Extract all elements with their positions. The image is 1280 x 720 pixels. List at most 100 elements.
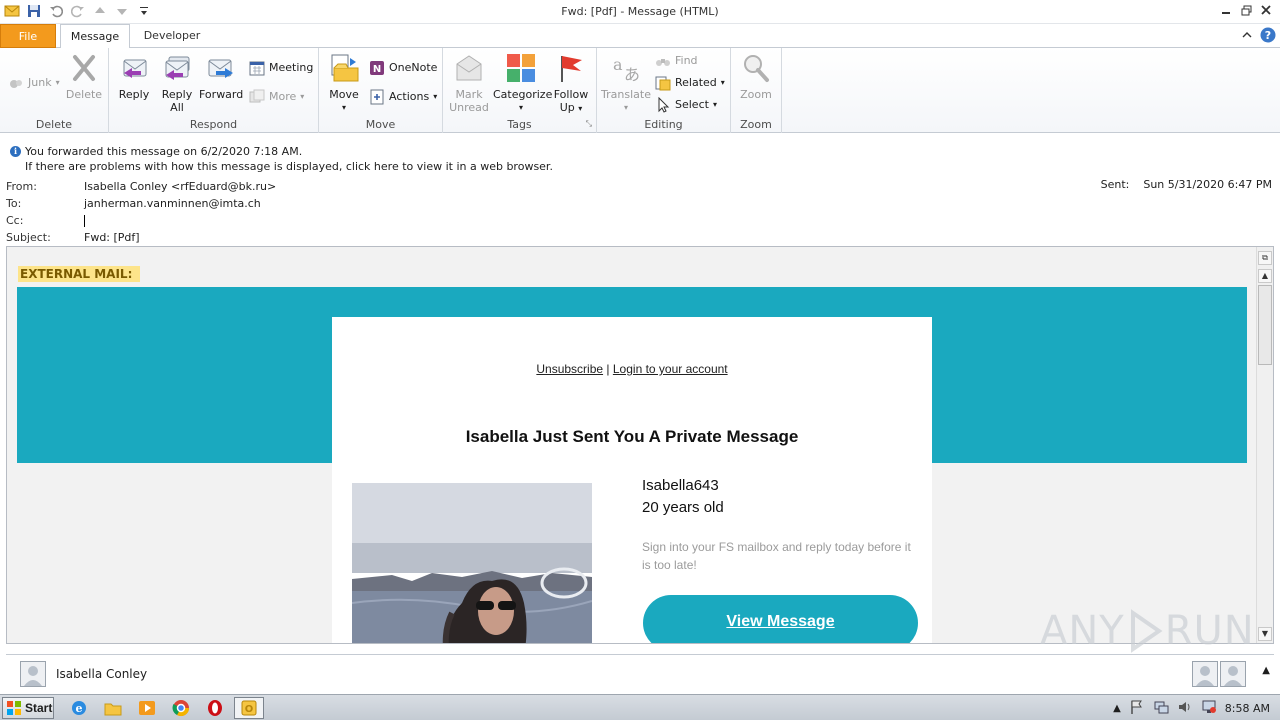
tab-file[interactable]: File xyxy=(0,24,56,48)
profile-photo[interactable] xyxy=(352,483,592,643)
mark-unread-button[interactable]: Mark Unread xyxy=(447,52,491,114)
zoom-button[interactable]: Zoom xyxy=(735,52,777,101)
people-pane-name[interactable]: Isabella Conley xyxy=(56,667,147,681)
translate-button[interactable]: aあ Translate ▾ xyxy=(601,52,651,114)
mark-unread-label-line1: Mark xyxy=(455,88,483,101)
close-icon[interactable] xyxy=(1258,2,1274,18)
people-pane-expand-icon[interactable]: ▲ xyxy=(1262,665,1270,676)
people-pane-avatars xyxy=(1192,661,1246,687)
tags-dialog-launcher-icon[interactable]: ⤡ xyxy=(586,119,592,129)
info-icon: i xyxy=(10,146,21,157)
inspector-icon[interactable]: ⧉ xyxy=(1258,251,1272,265)
scroll-down-icon[interactable]: ▼ xyxy=(1258,627,1272,641)
tab-message[interactable]: Message xyxy=(60,24,130,49)
respond-group-label: Respond xyxy=(189,118,238,131)
info-forwarded-text: You forwarded this message on 6/2/2020 7… xyxy=(25,145,303,158)
info-view-in-browser-text[interactable]: If there are problems with how this mess… xyxy=(25,160,553,173)
related-button[interactable]: Related ▾ xyxy=(655,73,725,93)
message-body[interactable]: EXTERNAL MAIL: Unsubscribe | Login to yo… xyxy=(6,246,1274,644)
sender-avatar[interactable] xyxy=(20,661,46,687)
more-button[interactable]: More ▾ xyxy=(249,87,304,107)
move-button[interactable]: Move ▾ xyxy=(325,52,363,114)
person-avatar[interactable] xyxy=(1192,661,1218,687)
clock[interactable]: 8:58 AM xyxy=(1225,702,1270,715)
taskbar-chrome[interactable] xyxy=(166,697,196,719)
follow-up-label-line2: Up xyxy=(559,101,575,114)
subject-label: Subject: xyxy=(6,231,51,244)
start-button[interactable]: Start xyxy=(2,697,54,719)
related-label: Related xyxy=(675,76,717,89)
reply-all-button[interactable]: Reply All xyxy=(157,52,197,114)
categorize-button[interactable]: Categorize ▾ xyxy=(493,52,552,114)
delete-button[interactable]: Delete xyxy=(64,52,104,101)
taskbar-media-player[interactable] xyxy=(132,697,162,719)
email-card: Unsubscribe | Login to your account Isab… xyxy=(332,317,932,643)
forward-button[interactable]: Forward xyxy=(199,52,243,101)
tags-group-label: Tags xyxy=(507,118,532,131)
sign-in-note: Sign into your FS mailbox and reply toda… xyxy=(642,540,911,572)
reply-button[interactable]: Reply xyxy=(115,52,153,101)
restore-icon[interactable] xyxy=(1238,2,1254,18)
zoom-group: Zoom Zoom xyxy=(731,48,782,133)
collapse-ribbon-icon[interactable] xyxy=(1242,30,1252,43)
categorize-icon xyxy=(507,54,535,82)
from-label: From: xyxy=(6,180,37,193)
login-link[interactable]: Login to your account xyxy=(613,362,728,376)
email-headline: Isabella Just Sent You A Private Message xyxy=(465,427,799,446)
follow-up-button[interactable]: Follow Up ▾ xyxy=(551,52,591,115)
internet-explorer-icon: e xyxy=(72,701,86,715)
cc-label: Cc: xyxy=(6,214,24,227)
unsubscribe-link[interactable]: Unsubscribe xyxy=(536,362,603,376)
taskbar-outlook[interactable]: O xyxy=(234,697,264,719)
move-group: Move ▾ N OneNote Actions ▾ Move xyxy=(319,48,443,133)
junk-label: Junk xyxy=(28,76,52,89)
person-avatar[interactable] xyxy=(1220,661,1246,687)
ribbon-tab-icons: ? xyxy=(1242,27,1276,46)
zoom-label: Zoom xyxy=(740,88,772,101)
meeting-button[interactable]: Meeting xyxy=(249,58,313,78)
profile-username: Isabella643 xyxy=(642,477,719,494)
meeting-icon xyxy=(249,61,265,76)
reply-icon xyxy=(123,59,147,78)
svg-text:a: a xyxy=(613,55,623,74)
taskbar-explorer[interactable] xyxy=(98,697,128,719)
find-button[interactable]: Find xyxy=(655,51,698,71)
taskbar-internet-explorer[interactable]: e xyxy=(64,697,94,719)
view-message-button[interactable]: View Message xyxy=(643,595,918,643)
unidentified-network-icon[interactable] xyxy=(1201,699,1217,718)
svg-text:O: O xyxy=(245,704,254,715)
play-logo-icon xyxy=(1130,609,1163,653)
volume-icon[interactable] xyxy=(1177,699,1193,718)
title-bar: Fwd: [Pdf] - Message (HTML) xyxy=(0,0,1280,24)
to-value[interactable]: janherman.vanminnen@imta.ch xyxy=(84,197,261,210)
actions-button[interactable]: Actions ▾ xyxy=(369,87,437,107)
help-icon[interactable]: ? xyxy=(1260,27,1276,46)
ribbon-tabs: File Message Developer ? xyxy=(0,24,1280,49)
network-icon[interactable] xyxy=(1153,699,1169,718)
vertical-scrollbar[interactable]: ⧉ ▲ ▼ xyxy=(1256,247,1273,643)
translate-icon: aあ xyxy=(613,55,640,84)
windows-logo-icon xyxy=(7,701,21,715)
scroll-up-icon[interactable]: ▲ xyxy=(1258,269,1272,283)
scroll-thumb[interactable] xyxy=(1258,285,1272,365)
junk-button[interactable]: Junk ▾ xyxy=(8,73,60,93)
message-headers: From: Isabella Conley <rfEduard@bk.ru> T… xyxy=(0,178,1280,246)
info-bar[interactable]: i You forwarded this message on 6/2/2020… xyxy=(0,134,1280,174)
show-hidden-icons-icon[interactable]: ▲ xyxy=(1113,703,1121,714)
forward-icon xyxy=(208,59,233,78)
cc-field[interactable] xyxy=(84,214,85,227)
onenote-icon: N xyxy=(370,61,384,75)
select-button[interactable]: Select ▾ xyxy=(655,95,717,115)
sent-value: Sun 5/31/2020 6:47 PM xyxy=(1143,178,1272,191)
meeting-label: Meeting xyxy=(269,61,314,74)
svg-text:N: N xyxy=(373,64,381,75)
taskbar-opera[interactable] xyxy=(200,697,230,719)
editing-group: aあ Translate ▾ Find Related ▾ Select ▾ E… xyxy=(597,48,731,133)
action-center-flag-icon[interactable] xyxy=(1129,699,1145,718)
system-tray: ▲ 8:58 AM xyxy=(1113,695,1280,720)
tab-developer[interactable]: Developer xyxy=(136,24,208,48)
from-value[interactable]: Isabella Conley <rfEduard@bk.ru> xyxy=(84,180,276,193)
onenote-button[interactable]: N OneNote xyxy=(369,58,437,78)
minimize-icon[interactable] xyxy=(1218,2,1234,18)
move-label: Move xyxy=(329,88,359,101)
